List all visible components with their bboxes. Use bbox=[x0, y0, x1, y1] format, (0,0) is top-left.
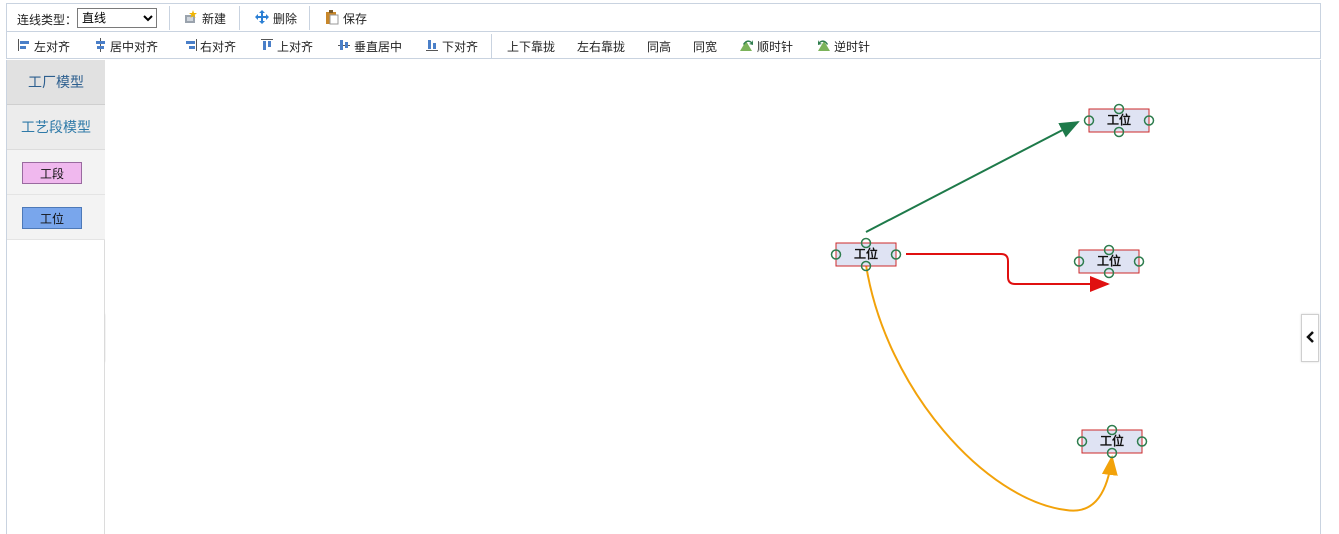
align-bottom-button[interactable]: 下对齐 bbox=[425, 36, 478, 56]
station-chip[interactable]: 工位 bbox=[22, 207, 82, 229]
align-top-icon bbox=[260, 38, 275, 55]
clipboard-icon bbox=[324, 9, 340, 28]
align-right-icon bbox=[183, 38, 198, 55]
station-node[interactable]: 工位 bbox=[1076, 424, 1148, 459]
stack-horizontal-button[interactable]: 左右靠拢 bbox=[577, 36, 625, 56]
move-delete-icon bbox=[254, 9, 270, 28]
align-top-button[interactable]: 上对齐 bbox=[260, 36, 313, 56]
connector-n1-n4[interactable] bbox=[865, 264, 1118, 512]
connector-n1-n3[interactable] bbox=[906, 253, 1110, 292]
align-center-icon bbox=[93, 37, 108, 55]
main-toolbar: 连线类型： 直线 新建 删除 保存 bbox=[6, 3, 1321, 31]
align-middle-icon bbox=[337, 38, 352, 55]
connector-n1-n2[interactable] bbox=[865, 121, 1080, 233]
toolbar-divider bbox=[169, 6, 170, 30]
rotate-ccw-icon bbox=[816, 38, 832, 55]
rotate-cw-icon bbox=[739, 38, 755, 55]
rotate-cw-button[interactable]: 顺时针 bbox=[739, 36, 793, 56]
align-middle-button[interactable]: 垂直居中 bbox=[337, 36, 402, 56]
same-height-button[interactable]: 同高 bbox=[647, 36, 671, 56]
nodes-layer: 工位工位工位工位 bbox=[830, 103, 1155, 459]
new-button[interactable]: 新建 bbox=[183, 8, 226, 28]
process-model-tab[interactable]: 工艺段模型 bbox=[7, 105, 105, 150]
align-right-label: 右对齐 bbox=[200, 39, 237, 54]
diagram-svg: 工位工位工位工位 bbox=[830, 103, 1155, 512]
align-left-button[interactable]: 左对齐 bbox=[17, 36, 70, 56]
align-left-label: 左对齐 bbox=[34, 39, 71, 54]
align-right-button[interactable]: 右对齐 bbox=[183, 36, 236, 56]
station-node[interactable]: 工位 bbox=[1073, 244, 1145, 279]
diagram-canvas[interactable]: 工位 工位 工位 工位 bbox=[106, 60, 1321, 534]
new-icon bbox=[183, 9, 199, 28]
palette-row-station: 工位 bbox=[7, 195, 105, 240]
model-palette: 工厂模型 工艺段模型 工段 工位 bbox=[6, 60, 105, 534]
delete-button[interactable]: 删除 bbox=[254, 8, 297, 28]
toolbar-divider bbox=[491, 34, 492, 58]
align-middle-label: 垂直居中 bbox=[354, 39, 403, 54]
same-height-label: 同高 bbox=[647, 39, 672, 54]
rotate-ccw-button[interactable]: 逆时针 bbox=[816, 36, 870, 56]
align-bottom-icon bbox=[425, 38, 440, 55]
toolbar-divider bbox=[239, 6, 240, 30]
station-node[interactable]: 工位 bbox=[830, 237, 902, 272]
delete-label: 删除 bbox=[273, 11, 298, 26]
align-top-label: 上对齐 bbox=[277, 39, 314, 54]
align-toolbar: 左对齐 居中对齐 右对齐 上对齐 垂直居中 下对齐 上下靠拢 左右靠拢 同高 同… bbox=[6, 31, 1321, 59]
segment-chip[interactable]: 工段 bbox=[22, 162, 82, 184]
line-type-label: 连线类型： bbox=[17, 13, 78, 27]
rotate-cw-label: 顺时针 bbox=[757, 39, 794, 54]
factory-model-tab[interactable]: 工厂模型 bbox=[7, 60, 105, 105]
save-label: 保存 bbox=[343, 11, 368, 26]
rotate-ccw-label: 逆时针 bbox=[834, 39, 871, 54]
stack-vertical-label: 上下靠拢 bbox=[507, 39, 556, 54]
align-bottom-label: 下对齐 bbox=[442, 39, 479, 54]
stack-vertical-button[interactable]: 上下靠拢 bbox=[507, 36, 555, 56]
align-center-button[interactable]: 居中对齐 bbox=[93, 36, 158, 56]
collapse-right-button[interactable] bbox=[1301, 314, 1319, 362]
new-label: 新建 bbox=[202, 11, 227, 26]
save-button[interactable]: 保存 bbox=[324, 8, 367, 28]
stack-horizontal-label: 左右靠拢 bbox=[577, 39, 626, 54]
align-left-icon bbox=[17, 38, 32, 55]
edges-layer bbox=[865, 121, 1118, 512]
align-center-label: 居中对齐 bbox=[110, 39, 159, 54]
same-width-label: 同宽 bbox=[693, 39, 718, 54]
toolbar-divider bbox=[309, 6, 310, 30]
station-node[interactable]: 工位 bbox=[1083, 103, 1155, 138]
same-width-button[interactable]: 同宽 bbox=[693, 36, 717, 56]
chevron-left-icon bbox=[1305, 330, 1315, 347]
palette-row-segment: 工段 bbox=[7, 150, 105, 195]
line-type-select[interactable]: 直线 bbox=[77, 8, 157, 28]
